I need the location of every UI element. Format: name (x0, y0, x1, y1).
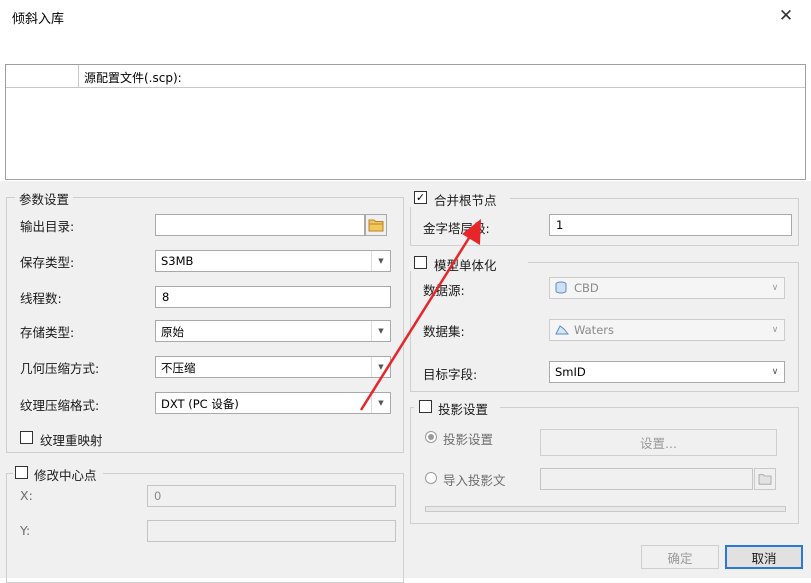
annotation-arrow (359, 219, 481, 411)
